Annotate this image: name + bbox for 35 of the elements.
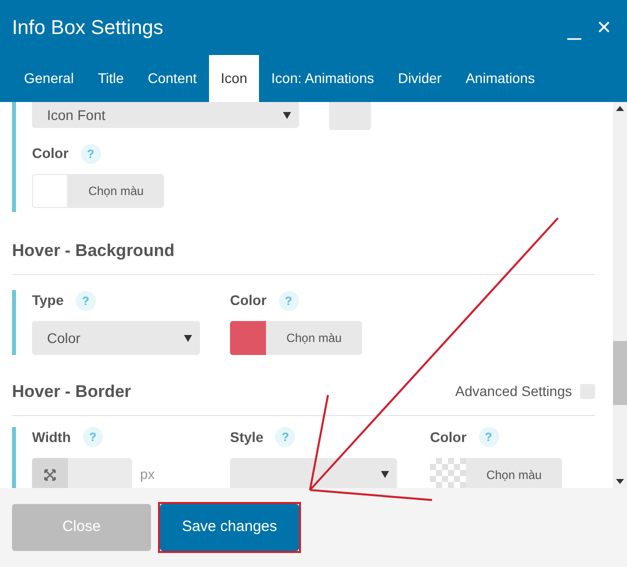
save-button[interactable]: Save changes	[160, 504, 299, 551]
select-field[interactable]: Icon Font	[32, 102, 299, 128]
checkbox-label: Advanced Settings	[455, 382, 572, 402]
expand-icon	[44, 468, 56, 480]
tab[interactable]: Content	[136, 55, 209, 102]
tab[interactable]: Divider	[386, 55, 454, 102]
unit-label: px	[140, 465, 155, 484]
number-field[interactable]	[32, 458, 132, 488]
select-field[interactable]: Color	[32, 321, 200, 355]
close-button[interactable]: ×	[592, 16, 615, 40]
section-heading: Hover - Border	[12, 381, 132, 403]
field-label: Color	[32, 144, 69, 163]
field-label: Color	[430, 428, 467, 446]
tab[interactable]: General	[12, 55, 86, 102]
minimize-button[interactable]: _	[564, 16, 585, 40]
icon-preview	[329, 102, 371, 130]
field-label: Style	[230, 428, 264, 447]
tab[interactable]: Animations	[454, 55, 547, 102]
dropdown-caret-icon	[381, 471, 389, 478]
field-label: Type	[32, 291, 64, 310]
field-label: Width	[32, 428, 71, 446]
scrollbar[interactable]	[613, 102, 627, 488]
select-field[interactable]	[230, 458, 397, 488]
window-title: Info Box Settings	[12, 16, 164, 40]
tab[interactable]: Icon	[208, 55, 260, 102]
field-label: Color	[230, 291, 267, 310]
color-picker-button[interactable]: Chọn màu	[230, 321, 362, 355]
color-picker-button[interactable]: Chọn màu	[32, 174, 164, 208]
color-picker-button[interactable]: Chọn màu	[430, 458, 562, 488]
transparent-swatch	[430, 458, 466, 488]
dropdown-caret-icon	[184, 334, 192, 342]
tab[interactable]: Title	[86, 55, 136, 102]
section-heading: Hover - Background	[12, 241, 174, 260]
tab[interactable]: Icon: Animations	[259, 55, 386, 102]
dropdown-caret-icon	[283, 112, 291, 118]
